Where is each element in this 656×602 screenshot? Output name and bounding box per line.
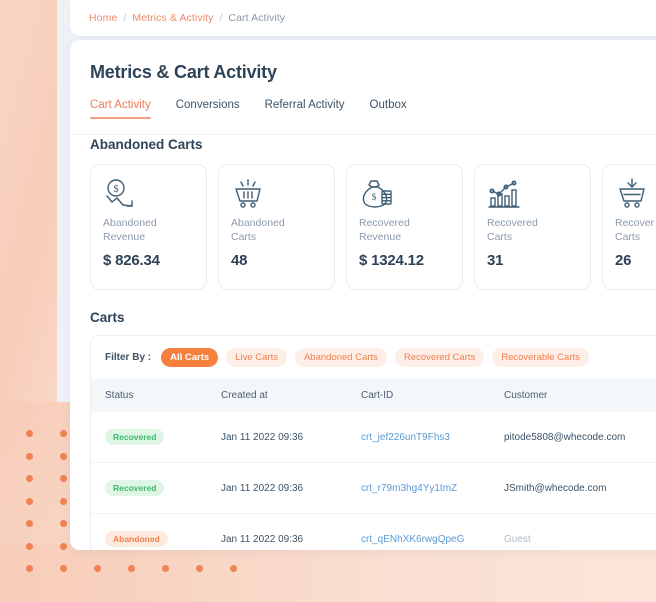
decorative-dot — [230, 565, 237, 572]
cell-customer: Guest — [504, 513, 656, 550]
decorative-dot — [26, 565, 33, 572]
column-header-status[interactable]: Status — [91, 379, 221, 412]
cell-cart-id: crt_r79m3hg4Yy1tmZ — [361, 462, 504, 514]
bar-chart-trend-icon — [487, 178, 578, 214]
decorative-dot — [26, 475, 33, 482]
stat-card-value: 31 — [487, 252, 504, 269]
stat-card-label: Recovered Revenue — [359, 217, 410, 243]
decorative-dot — [162, 565, 169, 572]
filter-pill-abandoned-carts[interactable]: Abandoned Carts — [294, 348, 387, 367]
tab-bar: Cart Activity Conversions Referral Activ… — [90, 99, 656, 119]
decorative-dot — [60, 430, 67, 437]
decorative-dot — [94, 565, 101, 572]
cell-status: Recovered — [91, 412, 221, 463]
status-badge: Recovered — [105, 429, 165, 445]
column-header-customer[interactable]: Customer — [504, 379, 656, 412]
svg-text:$: $ — [372, 192, 377, 202]
stat-card-label: Abandoned Carts — [231, 217, 285, 243]
cart-id-link[interactable]: crt_r79m3hg4Yy1tmZ — [361, 483, 457, 494]
stat-card-abandoned-carts[interactable]: Abandoned Carts 48 — [218, 164, 335, 290]
decorative-dot — [60, 452, 67, 460]
stat-card-label: Recovered Carts — [487, 217, 538, 243]
table-row[interactable]: Recovered Jan 11 2022 09:36 crt_jef226un… — [91, 412, 656, 463]
svg-text:$: $ — [114, 184, 119, 195]
money-bag-icon: $ — [359, 178, 450, 214]
cart-download-icon — [615, 178, 656, 214]
page-title: Metrics & Cart Activity — [90, 62, 277, 82]
breadcrumb-separator: / — [123, 12, 127, 24]
table-row[interactable]: Recovered Jan 11 2022 09:36 crt_r79m3hg4… — [91, 462, 656, 514]
status-badge: Recovered — [105, 480, 165, 496]
tab-referral-activity[interactable]: Referral Activity — [265, 99, 345, 119]
table-header-row: Status Created at Cart-ID Customer — [91, 379, 656, 412]
status-badge: Abandoned — [105, 531, 168, 547]
cell-created-at: Jan 11 2022 09:36 — [221, 412, 361, 463]
decorative-dot — [60, 542, 67, 550]
cell-customer: JSmith@whecode.com — [504, 462, 656, 514]
main-content-card: Metrics & Cart Activity Cart Activity Co… — [70, 40, 656, 550]
stat-card-value: 26 — [615, 252, 632, 269]
decorative-dot — [60, 475, 67, 482]
cell-status: Recovered — [91, 462, 221, 514]
filter-bar: Filter By : All Carts Live Carts Abandon… — [91, 336, 656, 379]
filter-pill-recovered-carts[interactable]: Recovered Carts — [394, 348, 485, 367]
stat-card-abandoned-revenue[interactable]: $ Abandoned Revenue $ 826.34 — [90, 164, 207, 290]
decorative-dot — [26, 430, 33, 437]
filter-pill-all-carts[interactable]: All Carts — [161, 348, 219, 367]
stat-card-recoverable-carts[interactable]: Recover Carts 26 — [602, 164, 656, 290]
breadcrumb-item-home[interactable]: Home — [89, 12, 117, 24]
cell-customer: pitode5808@whecode.com — [504, 412, 656, 463]
filter-pill-live-carts[interactable]: Live Carts — [226, 348, 287, 367]
cart-abandoned-icon — [231, 178, 322, 214]
decorative-dot — [60, 520, 67, 527]
decorative-dot — [26, 542, 33, 550]
stat-card-recovered-revenue[interactable]: $ Recovered Revenue $ 1324.12 — [346, 164, 463, 290]
decorative-dot — [26, 520, 33, 527]
tab-conversions[interactable]: Conversions — [176, 99, 240, 119]
breadcrumb-bar: Home / Metrics & Activity / Cart Activit… — [70, 0, 656, 36]
column-header-cart-id[interactable]: Cart-ID — [361, 379, 504, 412]
decorative-dot — [60, 565, 67, 572]
stat-card-value: $ 826.34 — [103, 252, 160, 269]
stat-card-label: Recover Carts — [615, 217, 655, 243]
decorative-dot — [26, 452, 33, 460]
breadcrumb-item-cart-activity: Cart Activity — [228, 12, 286, 24]
dollar-decline-icon: $ — [103, 178, 194, 214]
breadcrumb-separator: / — [219, 12, 223, 24]
stat-card-list: $ Abandoned Revenue $ 826.34 Abandoned C… — [90, 164, 656, 290]
filter-pill-recoverable-carts[interactable]: Recoverable Carts — [492, 348, 589, 367]
carts-table: Status Created at Cart-ID Customer Recov… — [91, 379, 656, 550]
cell-created-at: Jan 11 2022 09:36 — [221, 462, 361, 514]
cell-created-at: Jan 11 2022 09:36 — [221, 513, 361, 550]
cell-cart-id: crt_qENhXK6rwgQpeG — [361, 513, 504, 550]
carts-table-panel: Filter By : All Carts Live Carts Abandon… — [90, 335, 656, 550]
section-title-abandoned-carts: Abandoned Carts — [90, 137, 203, 152]
filter-by-label: Filter By : — [105, 352, 152, 363]
tab-bar-divider — [70, 134, 656, 135]
stat-card-value: $ 1324.12 — [359, 252, 424, 269]
stat-card-recovered-carts[interactable]: Recovered Carts 31 — [474, 164, 591, 290]
decorative-dot — [26, 497, 33, 505]
tab-cart-activity[interactable]: Cart Activity — [90, 99, 151, 119]
tab-outbox[interactable]: Outbox — [370, 99, 407, 119]
cart-id-link[interactable]: crt_jef226unT9Fhs3 — [361, 432, 450, 443]
stat-card-label: Abandoned Revenue — [103, 217, 157, 243]
decorative-dot — [128, 565, 135, 572]
breadcrumb-item-metrics-activity[interactable]: Metrics & Activity — [132, 12, 213, 24]
decorative-dot — [196, 565, 203, 572]
cell-cart-id: crt_jef226unT9Fhs3 — [361, 412, 504, 463]
screenshot-root: Home / Metrics & Activity / Cart Activit… — [0, 0, 656, 602]
section-title-carts: Carts — [90, 310, 125, 325]
carts-table-header: Status Created at Cart-ID Customer — [91, 379, 656, 412]
column-header-created-at[interactable]: Created at — [221, 379, 361, 412]
table-row[interactable]: Abandoned Jan 11 2022 09:36 crt_qENhXK6r… — [91, 513, 656, 550]
stat-card-value: 48 — [231, 252, 248, 269]
cell-status: Abandoned — [91, 513, 221, 550]
carts-table-body: Recovered Jan 11 2022 09:36 crt_jef226un… — [91, 412, 656, 550]
decorative-dot — [60, 497, 67, 505]
cart-id-link[interactable]: crt_qENhXK6rwgQpeG — [361, 534, 464, 545]
